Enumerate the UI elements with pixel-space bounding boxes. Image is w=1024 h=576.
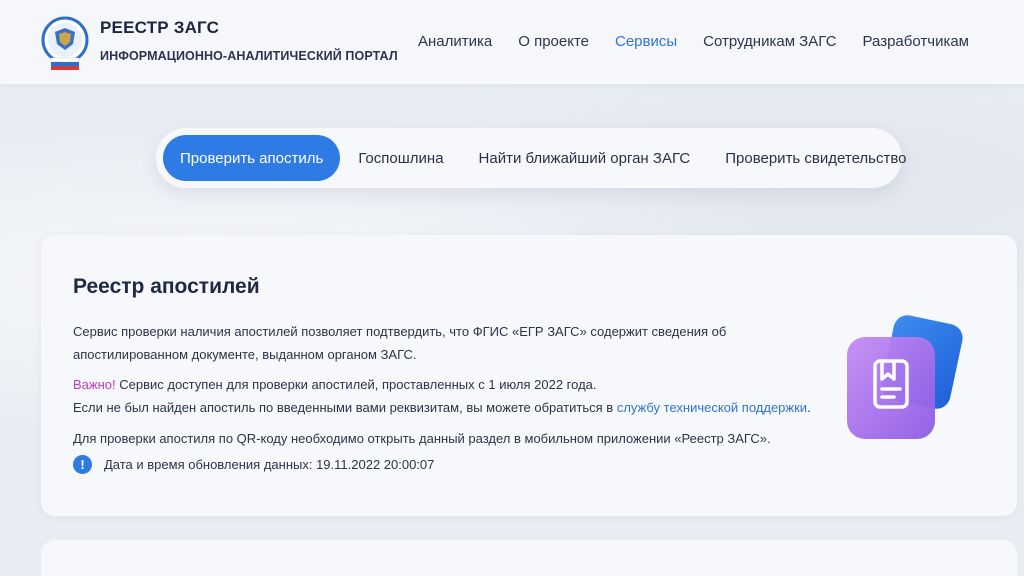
important-label: Важно! <box>73 377 116 392</box>
qr-instruction: Для проверки апостиля по QR-коду необход… <box>73 431 771 446</box>
apostille-registry-card: Реестр апостилей Сервис проверки наличия… <box>41 235 1017 516</box>
important-notice: Важно! Сервис доступен для проверки апос… <box>73 373 813 419</box>
tab-check-apostille[interactable]: Проверить апостиль <box>163 135 341 181</box>
tab-check-certificate[interactable]: Проверить свидетельство <box>708 135 923 181</box>
info-icon: ! <box>73 455 92 474</box>
card-title: Реестр апостилей <box>73 275 260 298</box>
service-description: Сервис проверки наличия апостилей позвол… <box>73 324 727 362</box>
site-subtitle: ИНФОРМАЦИОННО-АНАЛИТИЧЕСКИЙ ПОРТАЛ <box>100 49 398 63</box>
site-header: РЕЕСТР ЗАГС ИНФОРМАЦИОННО-АНАЛИТИЧЕСКИЙ … <box>0 0 1024 84</box>
update-timestamp: Дата и время обновления данных: 19.11.20… <box>104 457 435 472</box>
support-link[interactable]: службу технической поддержки <box>617 400 807 415</box>
update-info: ! Дата и время обновления данных: 19.11.… <box>73 455 434 474</box>
document-bookmark-icon <box>845 313 965 443</box>
nav-about[interactable]: О проекте <box>518 33 589 50</box>
important-text: Сервис доступен для проверки апостилей, … <box>115 377 597 392</box>
nav-developers[interactable]: Разработчикам <box>863 33 969 50</box>
tab-state-duty[interactable]: Госпошлина <box>341 135 460 181</box>
services-tabs: Проверить апостиль Госпошлина Найти ближ… <box>156 128 907 188</box>
nav-services[interactable]: Сервисы <box>615 33 677 50</box>
emblem-logo-icon[interactable] <box>41 14 89 72</box>
support-text-prefix: Если не был найден апостиль по введенным… <box>73 400 617 415</box>
support-text-suffix: . <box>807 400 811 415</box>
next-section-card <box>41 540 1017 576</box>
nav-analytics[interactable]: Аналитика <box>418 33 492 50</box>
nav-zags-staff[interactable]: Сотрудникам ЗАГС <box>703 33 836 50</box>
main-nav: Аналитика О проекте Сервисы Сотрудникам … <box>418 33 969 50</box>
site-title[interactable]: РЕЕСТР ЗАГС <box>100 18 219 38</box>
tab-find-zags-office[interactable]: Найти ближайший орган ЗАГС <box>462 135 708 181</box>
